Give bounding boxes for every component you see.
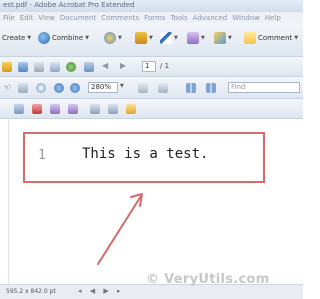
page-edge [8, 119, 9, 284]
chevron-down-icon: ▼ [228, 35, 232, 41]
tasks-toolbar: Create ▼ Combine ▼ ▼ ▼ ▼ ▼ ▼ Comment ▼ [0, 23, 303, 57]
menu-file[interactable]: File [3, 14, 15, 22]
title-bar: est.pdf - Adobe Acrobat Pro Extended [0, 0, 303, 12]
page-size-label: 595.2 x 842.0 pt [6, 288, 56, 295]
view-toolbar: ☜ 280% ▼ Find [0, 77, 303, 99]
forms-button[interactable]: ▼ [187, 32, 205, 44]
share-icon[interactable] [84, 62, 94, 72]
menu-window[interactable]: Window [232, 14, 260, 22]
zoom-out-icon[interactable] [54, 83, 64, 93]
page-total: / 1 [160, 62, 170, 70]
zoom-level-input[interactable]: 280% [88, 82, 118, 93]
create-label: Create [2, 34, 26, 42]
create-button[interactable]: Create ▼ [2, 34, 31, 42]
menu-comments[interactable]: Comments [101, 14, 139, 22]
menu-advanced[interactable]: Advanced [193, 14, 228, 22]
multimedia-icon [214, 32, 226, 44]
chevron-down-icon: ▼ [201, 35, 205, 41]
chevron-down-icon: ▼ [174, 35, 178, 41]
menu-edit[interactable]: Edit [20, 14, 34, 22]
chevron-down-icon: ▼ [294, 35, 299, 41]
link-icon[interactable] [68, 104, 78, 114]
status-navigation-icons[interactable]: ◂ ◀ ▶ ▸ [78, 287, 123, 295]
comment-label: Comment [258, 34, 293, 42]
note-icon[interactable] [126, 104, 136, 114]
chevron-down-icon: ▼ [27, 35, 32, 41]
text-edit-icon[interactable] [14, 104, 24, 114]
zoom-tool-icon[interactable] [36, 83, 46, 93]
attach-file-icon[interactable] [50, 104, 60, 114]
collaborate-icon [104, 32, 116, 44]
upload-icon[interactable] [66, 62, 76, 72]
combine-button[interactable]: Combine ▼ [38, 32, 89, 44]
speech-bubble-icon [244, 32, 256, 44]
file-toolbar: ◀ ▶ 1 / 1 [0, 57, 303, 77]
menu-help[interactable]: Help [265, 14, 281, 22]
menu-bar: File Edit View Document Comments Forms T… [0, 12, 303, 23]
menu-view[interactable]: View [38, 14, 55, 22]
save-icon[interactable] [18, 62, 28, 72]
chevron-down-icon: ▼ [149, 35, 153, 41]
select-tool-icon[interactable] [18, 83, 28, 93]
comment-button[interactable]: Comment ▼ [244, 32, 298, 44]
previous-page-icon[interactable]: ◀ [102, 61, 108, 70]
combine-icon [38, 32, 50, 44]
sign-button[interactable]: ▼ [160, 32, 178, 44]
chevron-down-icon: ▼ [118, 35, 122, 41]
print-icon[interactable] [34, 62, 44, 72]
form-icon [187, 32, 199, 44]
multimedia-button[interactable]: ▼ [214, 32, 232, 44]
fit-width-icon[interactable] [158, 83, 168, 93]
watermark: © VeryUtils.com [146, 272, 270, 287]
pen-icon [160, 32, 172, 44]
two-page-view-icon[interactable] [186, 83, 196, 93]
collaborate-button[interactable]: ▼ [104, 32, 122, 44]
open-folder-icon[interactable] [2, 62, 12, 72]
chevron-down-icon[interactable]: ▼ [120, 83, 124, 89]
lock-icon [135, 32, 147, 44]
scrolling-view-icon[interactable] [206, 83, 216, 93]
rotate-icon[interactable] [90, 104, 100, 114]
chevron-down-icon: ▼ [85, 35, 89, 41]
zoom-in-icon[interactable] [70, 83, 80, 93]
next-page-icon[interactable]: ▶ [120, 61, 126, 70]
stamp-icon[interactable] [32, 104, 42, 114]
page-number-input[interactable]: 1 [142, 61, 156, 72]
window-title: est.pdf - Adobe Acrobat Pro Extended [3, 1, 135, 9]
crop-icon[interactable] [108, 104, 118, 114]
hand-tool-icon[interactable]: ☜ [3, 83, 11, 93]
menu-forms[interactable]: Forms [144, 14, 165, 22]
highlight-box [23, 132, 265, 183]
combine-label: Combine [52, 34, 84, 42]
menu-tools[interactable]: Tools [170, 14, 187, 22]
tools-toolbar [0, 99, 303, 119]
secure-button[interactable]: ▼ [135, 32, 153, 44]
menu-document[interactable]: Document [60, 14, 96, 22]
email-icon[interactable] [50, 62, 60, 72]
find-input[interactable]: Find [228, 82, 300, 93]
fit-page-icon[interactable] [138, 83, 148, 93]
